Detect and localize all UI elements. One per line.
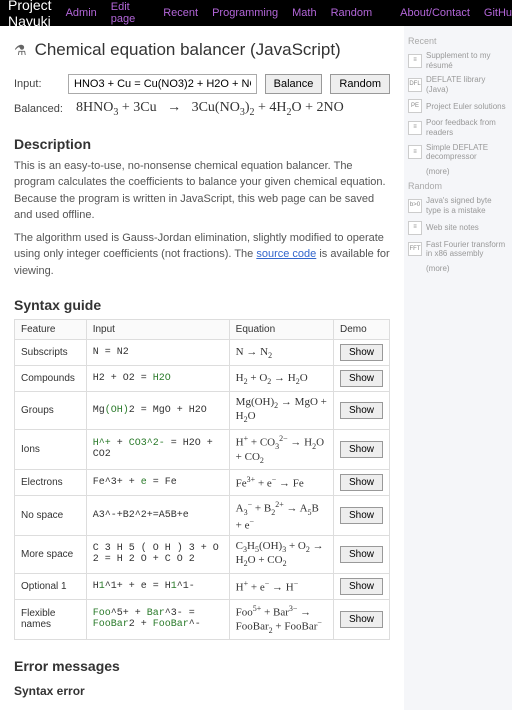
table-row: CompoundsH2 + O2 = H2OH2 + O2 → H2OShow xyxy=(15,366,390,392)
sidebar-item[interactable]: b>0 Java's signed byte type is a mistake xyxy=(408,196,508,215)
sidebar-item-label: Project Euler solutions xyxy=(426,102,506,112)
sidebar-item[interactable]: PE Project Euler solutions xyxy=(408,99,508,113)
page-title: ⚗Chemical equation balancer (JavaScript) xyxy=(14,40,390,60)
source-code-link[interactable]: source code xyxy=(256,248,316,260)
description-heading: Description xyxy=(14,136,390,152)
nav-random[interactable]: Random xyxy=(331,7,373,19)
show-button[interactable]: Show xyxy=(340,370,383,387)
sidebar-item[interactable]: ≡ Poor feedback from readers xyxy=(408,118,508,137)
nav-about[interactable]: About/Contact xyxy=(400,7,470,19)
show-button[interactable]: Show xyxy=(340,611,383,628)
sidebar-item-icon: ≡ xyxy=(408,221,422,235)
sidebar-item-icon: ≡ xyxy=(408,121,422,135)
sidebar-item-label: Java's signed byte type is a mistake xyxy=(426,196,508,215)
logo[interactable]: Project Nayuki xyxy=(8,0,52,29)
sidebar-item-label: DEFLATE library (Java) xyxy=(426,75,508,94)
sidebar-item-label: Poor feedback from readers xyxy=(426,118,508,137)
errors-heading: Error messages xyxy=(14,658,390,674)
nav-recent[interactable]: Recent xyxy=(163,7,198,19)
sidebar-item[interactable]: FFT Fast Fourier transform in x86 assembl… xyxy=(408,240,508,259)
sidebar-item-icon: ≡ xyxy=(408,145,422,159)
table-row: GroupsMg(OH)2 = MgO + H2OMg(OH)2 → MgO +… xyxy=(15,392,390,429)
sidebar-item-icon: ≡ xyxy=(408,54,422,68)
top-nav: Project Nayuki Admin Edit page Recent Pr… xyxy=(0,0,512,26)
table-row: SubscriptsN = N2N → N2Show xyxy=(15,340,390,366)
sidebar-item[interactable]: ≡ Supplement to my résumé xyxy=(408,51,508,70)
table-row: ElectronsFe^3+ + e = FeFe3+ + e− → FeSho… xyxy=(15,469,390,495)
equation-input[interactable] xyxy=(68,74,257,94)
nav-programming[interactable]: Programming xyxy=(212,7,278,19)
molecule-icon: ⚗ xyxy=(14,42,27,59)
main-content: ⚗Chemical equation balancer (JavaScript)… xyxy=(0,26,404,710)
sidebar-item-icon: b>0 xyxy=(408,199,422,213)
sidebar-item-label: Simple DEFLATE decompressor xyxy=(426,143,508,162)
sidebar: Recent ≡ Supplement to my résumé DFL DEFLAT… xyxy=(404,26,512,710)
sidebar-more[interactable]: (more) xyxy=(408,264,508,274)
description-p1: This is an easy-to-use, no-nonsense chem… xyxy=(14,158,390,224)
input-label: Input: xyxy=(14,78,60,90)
sidebar-item[interactable]: ≡ Simple DEFLATE decompressor xyxy=(408,143,508,162)
sidebar-random-heading: Random xyxy=(408,181,508,191)
random-button[interactable]: Random xyxy=(330,74,390,94)
show-button[interactable]: Show xyxy=(340,474,383,491)
nav-math[interactable]: Math xyxy=(292,7,316,19)
sidebar-item-label: Fast Fourier transform in x86 assembly xyxy=(426,240,508,259)
description-p2: The algorithm used is Gauss-Jordan elimi… xyxy=(14,230,390,280)
sidebar-item[interactable]: ≡ Web site notes xyxy=(408,221,508,235)
nav-edit[interactable]: Edit page xyxy=(111,1,135,25)
table-row: IonsH^+ + CO3^2- = H2O + CO2H+ + CO32− →… xyxy=(15,429,390,469)
sidebar-item-icon: DFL xyxy=(408,78,422,92)
table-row: More spaceC 3 H 5 ( O H ) 3 + O 2 = H 2 … xyxy=(15,536,390,573)
syntax-table: Feature Input Equation Demo SubscriptsN … xyxy=(14,319,390,640)
table-row: Optional 1H1^1+ + e = H1^1-H+ + e− → H−S… xyxy=(15,573,390,599)
show-button[interactable]: Show xyxy=(340,578,383,595)
sidebar-item[interactable]: DFL DEFLATE library (Java) xyxy=(408,75,508,94)
sidebar-item-label: Supplement to my résumé xyxy=(426,51,508,70)
table-row: Flexible namesFoo^5+ + Bar^3- = FooBar2 … xyxy=(15,599,390,640)
show-button[interactable]: Show xyxy=(340,507,383,524)
nav-github[interactable]: GitHub xyxy=(484,7,512,19)
syntax-error-heading: Syntax error xyxy=(14,684,390,698)
sidebar-recent-heading: Recent xyxy=(408,36,508,46)
show-button[interactable]: Show xyxy=(340,402,383,419)
sidebar-more[interactable]: (more) xyxy=(408,167,508,177)
sidebar-item-label: Web site notes xyxy=(426,223,479,233)
nav-admin[interactable]: Admin xyxy=(66,7,97,19)
sidebar-item-icon: FFT xyxy=(408,242,422,256)
show-button[interactable]: Show xyxy=(340,441,383,458)
balanced-output: 8HNO3 + 3Cu → 3Cu(NO3)2 + 4H2O + 2NO xyxy=(68,100,344,118)
syntax-heading: Syntax guide xyxy=(14,297,390,313)
table-row: No spaceA3^-+B2^2+=A5B+eA3− + B22+ → A5B… xyxy=(15,495,390,536)
sidebar-item-icon: PE xyxy=(408,99,422,113)
balance-button[interactable]: Balance xyxy=(265,74,323,94)
balanced-label: Balanced: xyxy=(14,103,60,115)
show-button[interactable]: Show xyxy=(340,546,383,563)
show-button[interactable]: Show xyxy=(340,344,383,361)
